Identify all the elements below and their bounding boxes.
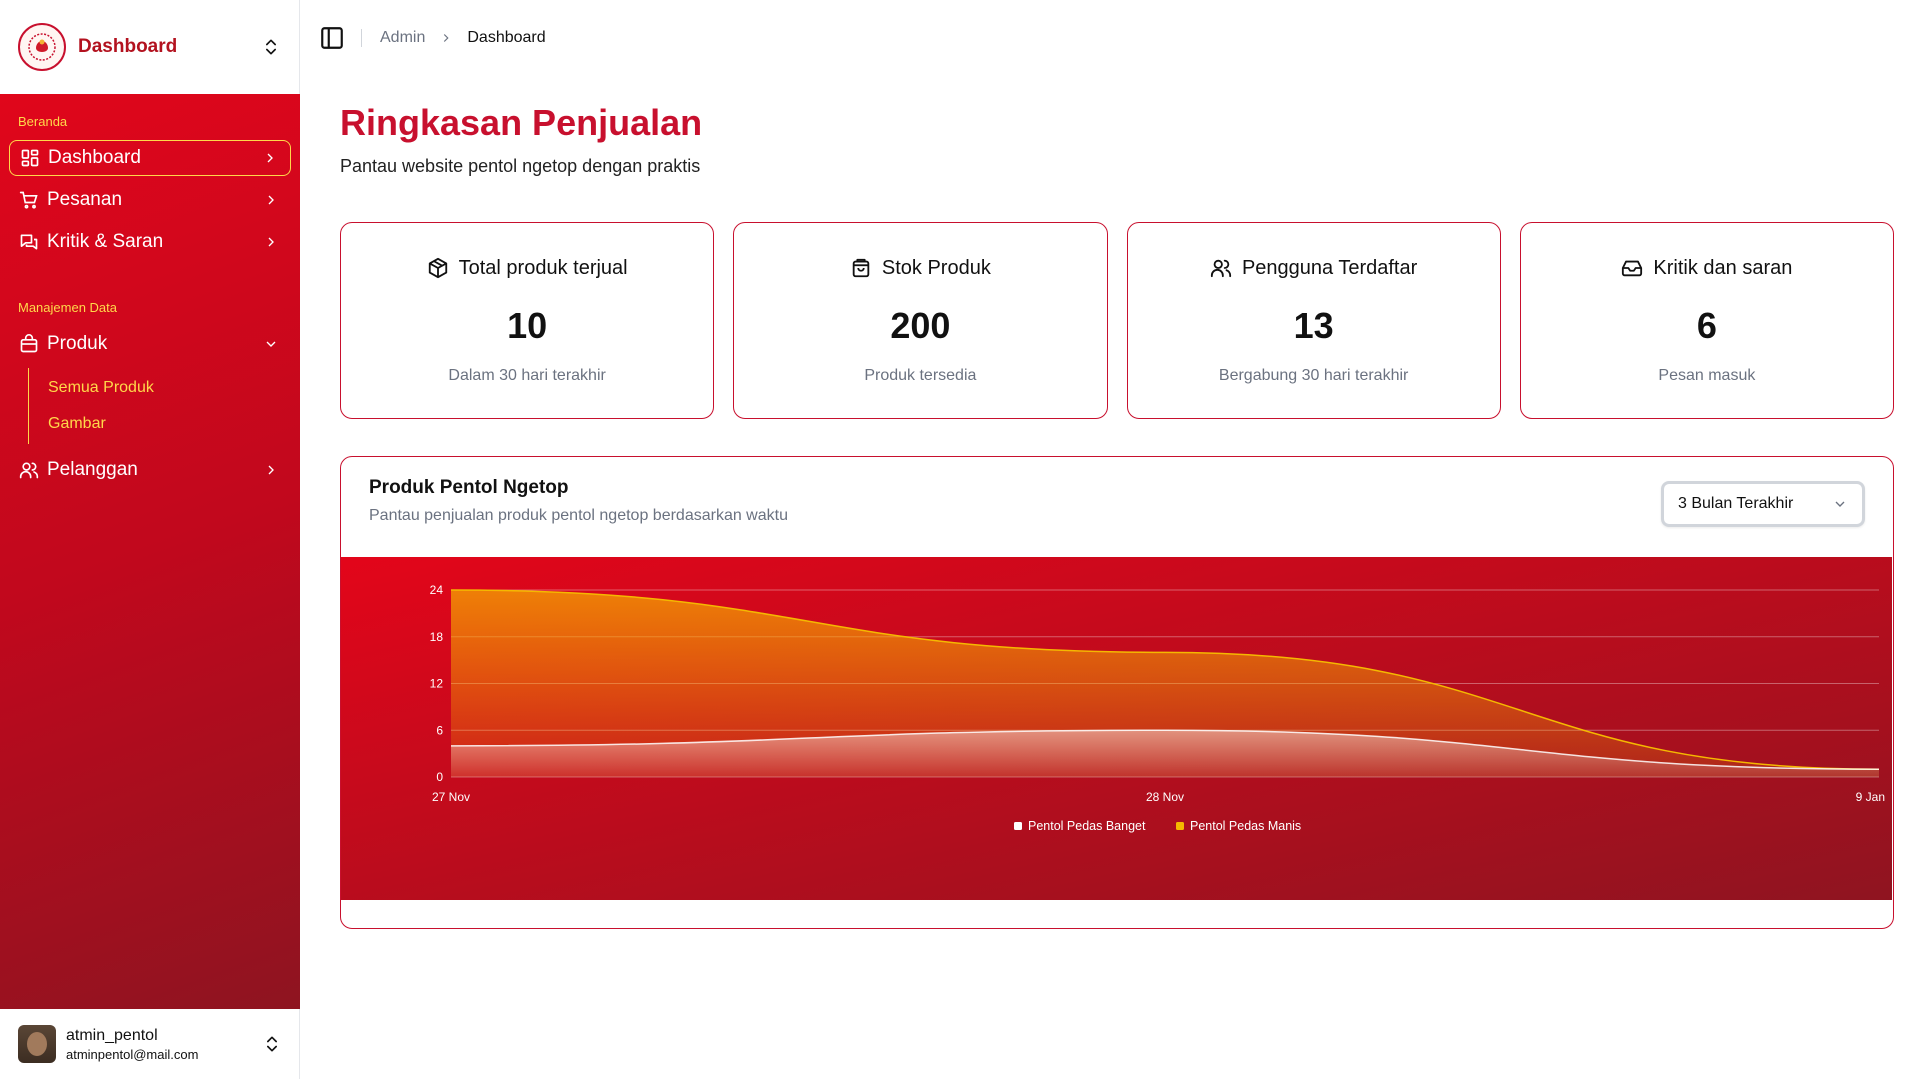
topbar: Admin Dashboard	[301, 0, 1919, 76]
y-tick-label: 12	[430, 677, 444, 691]
breadcrumb-admin[interactable]: Admin	[380, 29, 425, 47]
chevrons-up-down-icon[interactable]	[262, 1034, 282, 1054]
user-name: atmin_pentol	[66, 1026, 158, 1044]
shopping-cart-icon	[19, 191, 38, 209]
y-tick-label: 6	[436, 723, 443, 737]
brand-logo	[18, 23, 66, 71]
time-range-value: 3 Bulan Terakhir	[1678, 495, 1794, 512]
stat-cards: Total produk terjual 10 Dalam 30 hari te…	[340, 222, 1894, 419]
sidebar-header[interactable]: Dashboard	[0, 0, 299, 94]
chart-area: 0 6 12 18 24 27 Nov 28 Nov 9 Jan Pentol Pedas Ba…	[341, 557, 1892, 900]
chevron-right-icon	[444, 34, 449, 42]
sidebar-item-label: Pesanan	[47, 189, 123, 210]
chevron-right-icon	[268, 237, 274, 247]
sidebar-title: Dashboard	[78, 36, 178, 57]
stat-card-pengguna: Pengguna Terdaftar 13 Bergabung 30 hari …	[1126, 222, 1501, 419]
sidebar-item-kritik-saran[interactable]: Kritik & Saran	[9, 224, 291, 260]
sidebar: Dashboard Beranda Dashboard Pesanan Krit…	[0, 0, 300, 1079]
sidebar-item-pelanggan[interactable]: Pelanggan	[9, 452, 291, 488]
x-tick-label: 28 Nov	[1146, 790, 1184, 804]
chevron-down-icon	[1835, 501, 1845, 507]
chevron-right-icon	[268, 195, 274, 205]
user-menu[interactable]: atmin_pentol atminpentol@mail.com	[0, 1009, 300, 1079]
legend-label: Pentol Pedas Banget	[1028, 819, 1146, 833]
card-value: 13	[1293, 305, 1334, 346]
users-icon	[1210, 259, 1232, 278]
legend-swatch	[1176, 822, 1184, 830]
package-icon	[428, 257, 447, 279]
stat-card-stok-produk: Stok Produk 200 Produk tersedia	[733, 222, 1108, 419]
avatar	[18, 1025, 56, 1063]
stat-card-total-produk: Total produk terjual 10 Dalam 30 hari te…	[340, 222, 715, 419]
legend-label: Pentol Pedas Manis	[1190, 819, 1301, 833]
sidebar-item-label: Dashboard	[48, 147, 141, 168]
sidebar-item-label: Produk	[47, 333, 108, 354]
card-value: 200	[890, 305, 951, 346]
breadcrumb-current: Dashboard	[467, 29, 546, 46]
sidebar-item-produk[interactable]: Produk	[9, 326, 291, 362]
y-tick-label: 0	[436, 770, 443, 784]
layout-dashboard-icon	[21, 149, 39, 167]
breadcrumb: Admin Dashboard	[380, 29, 546, 47]
chart-subtitle: Pantau penjualan produk pentol ngetop be…	[369, 507, 788, 524]
x-tick-label: 9 Jan	[1856, 790, 1885, 804]
sales-chart-card: Produk Pentol Ngetop Pantau penjualan pr…	[340, 456, 1894, 929]
card-title: Kritik dan saran	[1653, 256, 1793, 279]
section-label-manajemen-data: Manajemen Data	[18, 300, 117, 315]
legend-swatch	[1014, 822, 1022, 830]
sidebar-toggle-icon[interactable]	[319, 25, 345, 51]
stat-card-kritik-saran: Kritik dan saran 6 Pesan masuk	[1519, 222, 1894, 419]
user-email: atminpentol@mail.com	[66, 1046, 199, 1062]
chevron-right-icon	[268, 465, 274, 475]
chart-title: Produk Pentol Ngetop	[369, 477, 569, 498]
card-note: Dalam 30 hari terakhir	[448, 367, 606, 384]
sidebar-item-label: Pelanggan	[47, 459, 138, 480]
area-chart: 0 6 12 18 24 27 Nov 28 Nov 9 Jan Pentol Pedas Ba…	[341, 557, 1892, 900]
card-note: Pesan masuk	[1658, 367, 1756, 384]
chart-header: Produk Pentol Ngetop Pantau penjualan pr…	[341, 457, 1893, 557]
sidebar-subitem-gambar[interactable]: Gambar	[29, 406, 300, 442]
y-tick-label: 24	[430, 583, 444, 597]
page-subtitle: Pantau website pentol ngetop dengan prak…	[340, 156, 701, 176]
chevron-right-icon	[267, 153, 273, 163]
card-title: Stok Produk	[881, 256, 991, 279]
sidebar-nav: Beranda Dashboard Pesanan Kritik & Saran…	[0, 94, 300, 1009]
card-value: 6	[1696, 305, 1717, 346]
chevron-down-icon	[266, 341, 276, 347]
sidebar-item-dashboard[interactable]: Dashboard	[9, 140, 291, 176]
shopping-bag-icon	[20, 334, 38, 353]
card-note: Bergabung 30 hari terakhir	[1218, 367, 1409, 384]
sidebar-item-label: Kritik & Saran	[47, 231, 164, 252]
divider	[361, 29, 362, 47]
y-tick-label: 18	[430, 630, 444, 644]
x-tick-label: 27 Nov	[432, 790, 470, 804]
chevrons-up-down-icon[interactable]	[261, 37, 281, 57]
shopping-bag-icon	[852, 258, 870, 278]
produk-submenu: Semua Produk Gambar	[28, 368, 300, 444]
card-title: Pengguna Terdaftar	[1241, 256, 1418, 279]
card-value: 10	[507, 305, 548, 346]
messages-square-icon	[20, 234, 38, 250]
sidebar-item-pesanan[interactable]: Pesanan	[9, 182, 291, 218]
section-label-beranda: Beranda	[18, 114, 68, 129]
page-title: Ringkasan Penjualan	[340, 102, 703, 143]
inbox-icon	[1622, 260, 1643, 277]
user-info: atmin_pentol atminpentol@mail.com	[66, 1027, 262, 1062]
users-icon	[19, 462, 39, 479]
card-note: Produk tersedia	[864, 367, 977, 384]
main-content: Ringkasan Penjualan Pantau website pento…	[340, 100, 1894, 929]
time-range-select[interactable]: 3 Bulan Terakhir	[1661, 481, 1865, 527]
sidebar-subitem-semua-produk[interactable]: Semua Produk	[29, 370, 300, 406]
card-title: Total produk terjual	[458, 256, 628, 279]
